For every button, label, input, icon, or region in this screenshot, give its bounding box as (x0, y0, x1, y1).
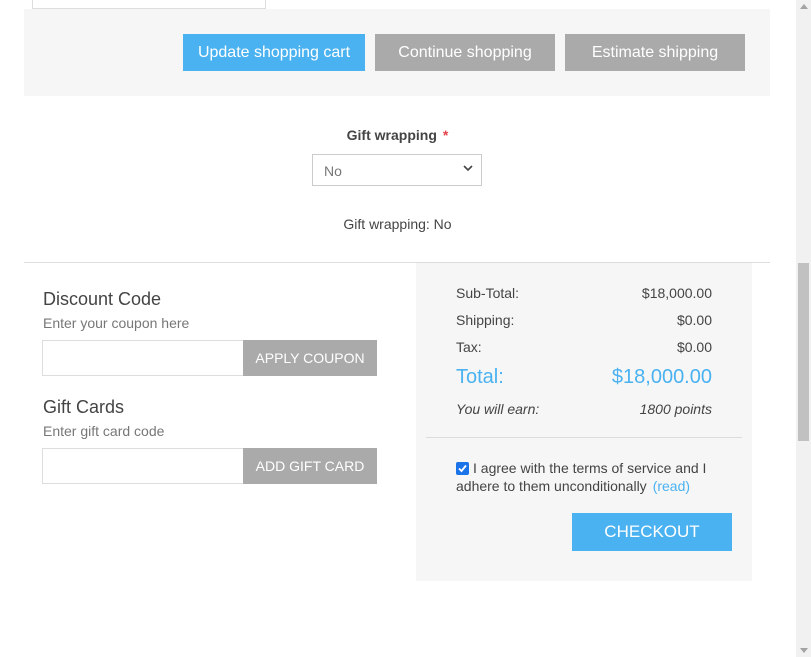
gift-wrapping-summary: Gift wrapping: No (343, 216, 452, 232)
tax-row: Tax: $0.00 (456, 339, 712, 355)
required-mark: * (442, 127, 449, 143)
apply-coupon-button[interactable]: APPLY COUPON (243, 340, 377, 376)
gift-wrapping-label: Gift wrapping * (0, 127, 795, 143)
terms-agreement: I agree with the terms of service and I … (456, 459, 726, 495)
order-totals-panel: Sub-Total: $18,000.00 Shipping: $0.00 Ta… (416, 263, 752, 581)
chevron-down-icon (463, 165, 473, 172)
add-gift-card-button[interactable]: ADD GIFT CARD (243, 448, 377, 484)
reward-points-row: You will earn: 1800 points (456, 401, 712, 417)
page-scrollbar[interactable] (796, 0, 811, 657)
estimate-shipping-button[interactable]: Estimate shipping (565, 34, 745, 71)
discount-code-hint: Enter your coupon here (43, 315, 190, 331)
shipping-row: Shipping: $0.00 (456, 312, 712, 328)
terms-read-link[interactable]: (read) (653, 478, 690, 494)
discount-code-title: Discount Code (43, 289, 162, 309)
scroll-up-arrow-icon[interactable] (800, 4, 808, 9)
subtotal-label: Sub-Total: (456, 285, 520, 301)
terms-checkbox[interactable] (456, 462, 469, 475)
checkout-button[interactable]: CHECKOUT (572, 513, 732, 551)
totals-divider (426, 437, 742, 438)
gift-wrapping-select[interactable]: No (312, 154, 482, 186)
total-row: Total: $18,000.00 (456, 366, 712, 389)
shipping-value: $0.00 (676, 312, 712, 328)
cart-actions-bar: Update shopping cart Continue shopping E… (24, 9, 770, 96)
total-label: Total: (456, 366, 504, 388)
check-icon (458, 464, 467, 473)
gift-wrapping-label-text: Gift wrapping (346, 127, 437, 143)
subtotal-row: Sub-Total: $18,000.00 (456, 285, 712, 301)
shipping-label: Shipping: (456, 312, 515, 328)
gift-cards-title: Gift Cards (43, 397, 125, 417)
previous-input-field[interactable] (32, 0, 266, 9)
reward-points-value: 1800 points (639, 401, 712, 417)
coupon-input[interactable] (42, 340, 244, 376)
scrollbar-thumb[interactable] (798, 263, 809, 441)
tax-label: Tax: (456, 339, 482, 355)
subtotal-value: $18,000.00 (641, 285, 712, 301)
scroll-down-arrow-icon[interactable] (800, 648, 808, 653)
gift-wrapping-selected-value: No (324, 163, 342, 179)
gift-cards-hint: Enter gift card code (43, 423, 165, 439)
reward-points-label: You will earn: (456, 401, 540, 417)
gift-card-input[interactable] (42, 448, 244, 484)
total-value: $18,000.00 (611, 366, 712, 388)
update-shopping-cart-button[interactable]: Update shopping cart (183, 34, 365, 71)
tax-value: $0.00 (676, 339, 712, 355)
continue-shopping-button[interactable]: Continue shopping (375, 34, 555, 71)
